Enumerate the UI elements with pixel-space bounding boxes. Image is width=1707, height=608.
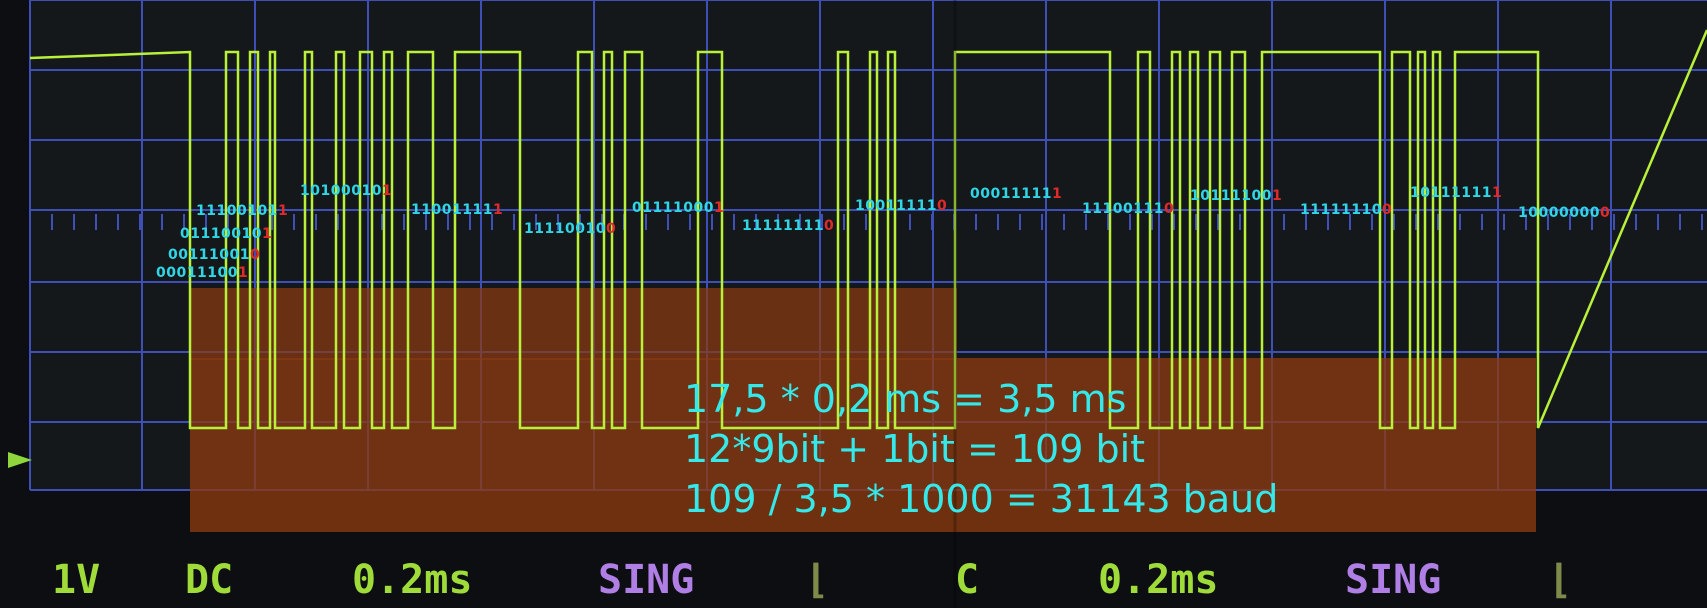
calc-line-1: 17,5 * 0,2 ms = 3,5 ms: [684, 377, 1127, 421]
coupling-indicator: DC: [185, 557, 234, 603]
trigger-slope-right-icon: ⌊: [1548, 557, 1573, 603]
bit-label: 101111111: [1410, 185, 1503, 201]
bit-label: 111111100: [1300, 202, 1393, 218]
calc-line-2: 12*9bit + 1bit = 109 bit: [684, 427, 1146, 471]
time-per-div-left: 0.2ms: [352, 557, 473, 603]
bit-label: 111111110: [742, 218, 835, 234]
bit-label: 111100100: [524, 221, 617, 237]
trigger-mode-right: SING: [1345, 557, 1442, 603]
bit-label: 001110010: [168, 247, 261, 263]
trigger-mode-left: SING: [598, 557, 695, 603]
bit-label: 100111110: [855, 198, 948, 214]
baud-calculation: 17,5 * 0,2 ms = 3,5 ms 12*9bit + 1bit = …: [684, 374, 1278, 524]
bit-label: 111001110: [1082, 201, 1175, 217]
volts-per-div: 1V: [52, 557, 101, 603]
trigger-slope-left-icon: ⌊: [805, 557, 830, 603]
bit-label: 101000101: [300, 183, 393, 199]
coupling-indicator-right: C: [955, 557, 980, 603]
bit-label: 000111001: [156, 265, 249, 281]
bit-label: 111001011: [196, 203, 289, 219]
time-per-div-right: 0.2ms: [1098, 557, 1219, 603]
bit-label: 110011111: [411, 202, 504, 218]
bit-label: 011100101: [180, 226, 273, 242]
bit-label: 011110001: [632, 200, 725, 216]
calc-line-3: 109 / 3,5 * 1000 = 31143 baud: [684, 477, 1279, 521]
bit-label: 000111111: [970, 186, 1063, 202]
bit-label: 100000000: [1518, 205, 1611, 221]
bit-label: 101111001: [1190, 188, 1283, 204]
